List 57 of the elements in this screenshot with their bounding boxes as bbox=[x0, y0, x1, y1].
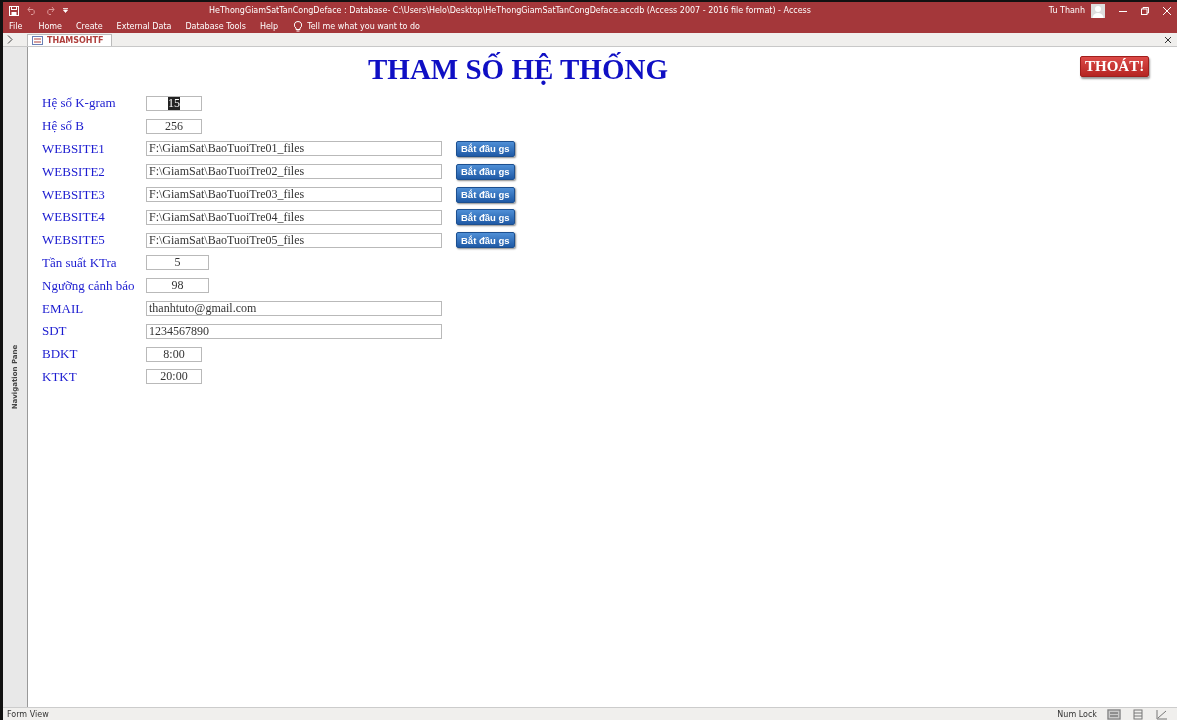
input-field[interactable]: 256 bbox=[146, 118, 202, 134]
start-button[interactable]: Bắt đầu gs bbox=[456, 186, 515, 203]
start-button[interactable]: Bắt đầu gs bbox=[456, 141, 515, 157]
field-label: WEBSITE4 bbox=[42, 209, 106, 226]
input-field[interactable]: F:\GiamSat\BaoTuoiTre03_files bbox=[146, 187, 442, 203]
lightbulb-icon bbox=[294, 20, 303, 32]
menu-item[interactable]: Database Tools bbox=[185, 21, 246, 31]
input-field[interactable]: F:\GiamSat\BaoTuoiTre04_files bbox=[146, 209, 442, 225]
customize-arrow-icon[interactable] bbox=[63, 8, 68, 13]
input-field[interactable]: 8:00 bbox=[146, 346, 202, 362]
undo-icon[interactable] bbox=[27, 6, 37, 15]
input-field[interactable]: 5 bbox=[146, 255, 209, 271]
redo-icon[interactable] bbox=[45, 6, 55, 15]
field-label: WEBSITE5 bbox=[42, 232, 106, 249]
field-label: Hệ số B bbox=[42, 118, 85, 135]
field-label: Hệ số K-gram bbox=[42, 95, 117, 112]
start-button[interactable]: Bắt đầu gs bbox=[456, 163, 515, 180]
field-label: SDT bbox=[42, 323, 68, 340]
menu-item[interactable]: Home bbox=[38, 21, 62, 31]
field-label: WEBSITE1 bbox=[42, 141, 106, 157]
field-label: BDKT bbox=[42, 346, 79, 363]
datasheet-view-icon[interactable] bbox=[1131, 708, 1145, 720]
input-field[interactable]: 20:00 bbox=[146, 369, 202, 385]
field-label: Tần suất KTra bbox=[42, 254, 118, 271]
menu-item[interactable]: File bbox=[9, 21, 23, 31]
form-icon bbox=[32, 36, 43, 45]
input-field[interactable]: 98 bbox=[146, 278, 209, 294]
exit-button[interactable]: THOÁT! bbox=[1080, 56, 1150, 77]
field-label: WEBSITE2 bbox=[42, 163, 106, 180]
menu-item[interactable]: Create bbox=[76, 21, 103, 31]
menu-item[interactable]: External Data bbox=[116, 21, 172, 31]
field-label: Ngưỡng cảnh báo bbox=[42, 277, 136, 294]
form-view-icon[interactable] bbox=[1107, 708, 1121, 720]
design-view-icon[interactable] bbox=[1155, 708, 1169, 720]
input-field[interactable]: thanhtuto@gmail.com bbox=[146, 301, 442, 317]
save-icon[interactable] bbox=[9, 5, 19, 16]
field-label: KTKT bbox=[42, 368, 78, 385]
user-name: Tu Thanh bbox=[1048, 6, 1085, 15]
input-field[interactable]: F:\GiamSat\BaoTuoiTre02_files bbox=[146, 164, 442, 180]
input-field[interactable]: F:\GiamSat\BaoTuoiTre05_files bbox=[146, 232, 442, 248]
num-lock-indicator: Num Lock bbox=[1057, 709, 1097, 719]
field-label: EMAIL bbox=[42, 300, 85, 317]
status-text: Form View bbox=[7, 709, 49, 719]
document-tab[interactable]: THAMSOHTF bbox=[27, 34, 113, 46]
form-title: THAM SỐ HỆ THỐNG bbox=[368, 53, 668, 86]
close-icon[interactable] bbox=[1165, 36, 1171, 43]
start-button[interactable]: Bắt đầu gs bbox=[456, 209, 515, 226]
window-title: HeThongGiamSatTanCongDeface : Database- C:\Users\Helo\Desktop\HeThongGiamSatTanCongDeface.accdb (Access 2007 - 2016 file format) - Access bbox=[209, 6, 812, 15]
input-field[interactable]: 1234567890 bbox=[146, 323, 442, 339]
menu-item[interactable]: Help bbox=[259, 21, 279, 31]
input-field[interactable]: 15 bbox=[146, 95, 202, 111]
field-label: WEBSITE3 bbox=[42, 186, 106, 203]
start-button[interactable]: Bắt đầu gs bbox=[456, 232, 515, 249]
avatar-icon[interactable] bbox=[1091, 3, 1105, 18]
tell-me-search[interactable]: Tell me what you want to do bbox=[294, 20, 420, 32]
input-field[interactable]: F:\GiamSat\BaoTuoiTre01_files bbox=[146, 141, 442, 157]
restore-icon[interactable] bbox=[1141, 6, 1149, 15]
